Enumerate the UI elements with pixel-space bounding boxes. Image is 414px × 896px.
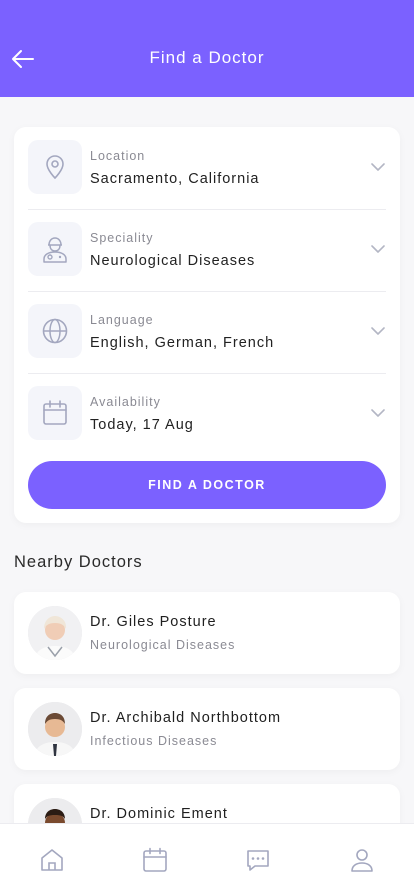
chevron-down-icon (371, 245, 385, 253)
location-filter[interactable]: Location Sacramento, California (28, 127, 386, 209)
find-doctor-button[interactable]: FIND A DOCTOR (28, 461, 386, 509)
doctor-avatar (28, 606, 82, 660)
search-filter-card: Location Sacramento, California Speciali… (14, 127, 400, 523)
doctor-speciality: Neurological Diseases (90, 638, 236, 652)
profile-icon (351, 849, 373, 872)
tab-profile[interactable] (348, 846, 376, 874)
doctor-name: Dr. Dominic Ement (90, 806, 228, 822)
app-header: Find a Doctor (0, 0, 414, 97)
doctor-speciality: Infectious Diseases (90, 734, 218, 748)
speciality-filter[interactable]: Speciality Neurological Diseases (28, 209, 386, 291)
page-title: Find a Doctor (149, 48, 265, 67)
availability-filter[interactable]: Availability Today, 17 Aug (28, 373, 386, 455)
speciality-icon-box (28, 222, 82, 276)
home-icon (41, 849, 63, 871)
calendar-icon (143, 847, 167, 872)
availability-icon-box (28, 386, 82, 440)
location-icon-box (28, 140, 82, 194)
language-value: English, German, French (90, 335, 275, 351)
location-pin-icon (46, 155, 64, 180)
globe-icon (42, 318, 68, 344)
doctor-card[interactable]: Dr. Giles Posture Neurological Diseases (14, 592, 400, 674)
tab-calendar[interactable] (141, 846, 169, 874)
tab-home[interactable] (38, 846, 66, 874)
language-filter[interactable]: Language English, German, French (28, 291, 386, 373)
chevron-down-icon (371, 163, 385, 171)
tab-messages[interactable] (244, 846, 272, 874)
doctor-card[interactable]: Dr. Archibald Northbottom Infectious Dis… (14, 688, 400, 770)
location-label: Location (90, 149, 146, 163)
chevron-down-icon (371, 409, 385, 417)
language-icon-box (28, 304, 82, 358)
calendar-icon (43, 400, 67, 425)
doctor-icon (43, 237, 67, 263)
speciality-label: Speciality (90, 231, 154, 245)
bottom-tab-bar (0, 823, 414, 896)
nearby-doctors-title: Nearby Doctors (14, 553, 143, 571)
chat-icon (247, 850, 269, 871)
availability-value: Today, 17 Aug (90, 417, 194, 433)
location-value: Sacramento, California (90, 171, 260, 187)
doctor-avatar (28, 702, 82, 756)
speciality-value: Neurological Diseases (90, 253, 256, 269)
doctor-name: Dr. Archibald Northbottom (90, 710, 282, 726)
language-label: Language (90, 313, 154, 327)
availability-label: Availability (90, 395, 161, 409)
doctor-name: Dr. Giles Posture (90, 614, 217, 630)
chevron-down-icon (371, 327, 385, 335)
